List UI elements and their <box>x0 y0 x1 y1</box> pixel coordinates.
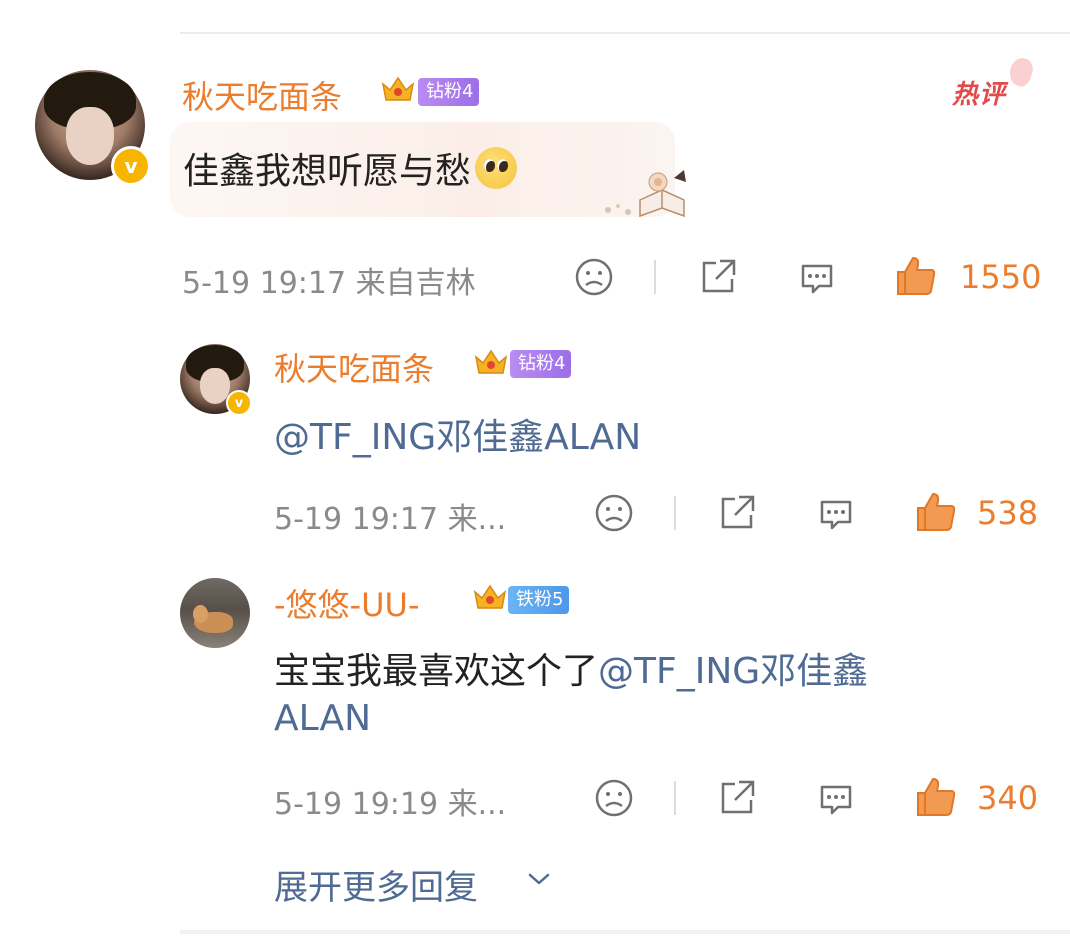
fan-badge[interactable]: 钻粉4 <box>510 350 572 378</box>
comment-username[interactable]: 秋天吃面条 <box>182 72 342 118</box>
share-icon[interactable] <box>698 257 738 297</box>
reply-timestamp-location: 5-19 19:17 来... <box>274 502 507 537</box>
dislike-face-icon[interactable] <box>574 257 614 297</box>
share-icon[interactable] <box>717 493 757 533</box>
action-separator <box>654 260 656 294</box>
weibo-comment-thread: v 秋天吃面条 钻粉4 热评 佳鑫我想听愿与愁 5-19 19:17 来自吉林 <box>0 0 1070 941</box>
comment-icon[interactable] <box>816 779 856 819</box>
reply-username[interactable]: 秋天吃面条 <box>274 344 434 390</box>
top-divider <box>180 32 1070 34</box>
dislike-face-icon[interactable] <box>594 493 634 533</box>
comment-text: 佳鑫我想听愿与愁 <box>183 142 518 194</box>
crown-icon <box>473 584 507 609</box>
avatar[interactable]: v <box>35 70 151 186</box>
fan-badge[interactable]: 铁粉5 <box>508 586 570 614</box>
thumbs-up-icon[interactable] <box>914 775 958 819</box>
fan-badge[interactable]: 钻粉4 <box>418 78 480 106</box>
comment-icon[interactable] <box>816 494 856 534</box>
share-icon[interactable] <box>717 778 757 818</box>
thumbs-up-icon[interactable] <box>914 490 958 534</box>
avatar-dog-head <box>192 604 208 623</box>
comment-icon[interactable] <box>797 258 837 298</box>
reply-mention-continuation[interactable]: ALAN <box>274 698 371 739</box>
chevron-down-icon[interactable] <box>527 870 551 888</box>
pleading-face-emoji-icon <box>475 147 518 189</box>
dislike-face-icon[interactable] <box>594 778 634 818</box>
comment-text-body: 佳鑫我想听愿与愁 <box>183 151 472 192</box>
crown-icon <box>381 76 415 101</box>
reply-text-body: 宝宝我最喜欢这个了 <box>274 651 599 692</box>
reply-text-line1: 宝宝我最喜欢这个了@TF_ING邓佳鑫 <box>274 642 868 694</box>
action-separator <box>674 781 676 815</box>
expand-more-replies-link[interactable]: 展开更多回复 <box>274 860 478 909</box>
bottom-divider <box>180 930 1070 934</box>
avatar-face <box>65 107 115 165</box>
like-count: 538 <box>977 494 1039 532</box>
hot-flame-icon <box>1005 55 1037 89</box>
like-count: 1550 <box>960 258 1042 296</box>
reply-avatar[interactable]: v <box>180 344 252 416</box>
like-count: 340 <box>977 779 1039 817</box>
book-decoration-icon <box>605 170 686 218</box>
reply-timestamp-location: 5-19 19:19 来... <box>274 787 507 822</box>
hot-comment-tag: 热评 <box>952 80 1007 110</box>
reply-mention[interactable]: @TF_ING邓佳鑫 <box>598 651 868 692</box>
reply-avatar[interactable] <box>180 578 250 648</box>
reply-mention[interactable]: @TF_ING邓佳鑫ALAN <box>274 408 641 460</box>
verified-v-icon: v <box>226 390 252 416</box>
reply-username[interactable]: -悠悠-UU- <box>274 580 420 626</box>
crown-icon <box>474 349 508 374</box>
thumbs-up-icon[interactable] <box>894 254 938 298</box>
action-separator <box>674 496 676 530</box>
comment-timestamp-location: 5-19 19:17 来自吉林 <box>182 266 476 301</box>
verified-v-icon: v <box>111 146 151 186</box>
